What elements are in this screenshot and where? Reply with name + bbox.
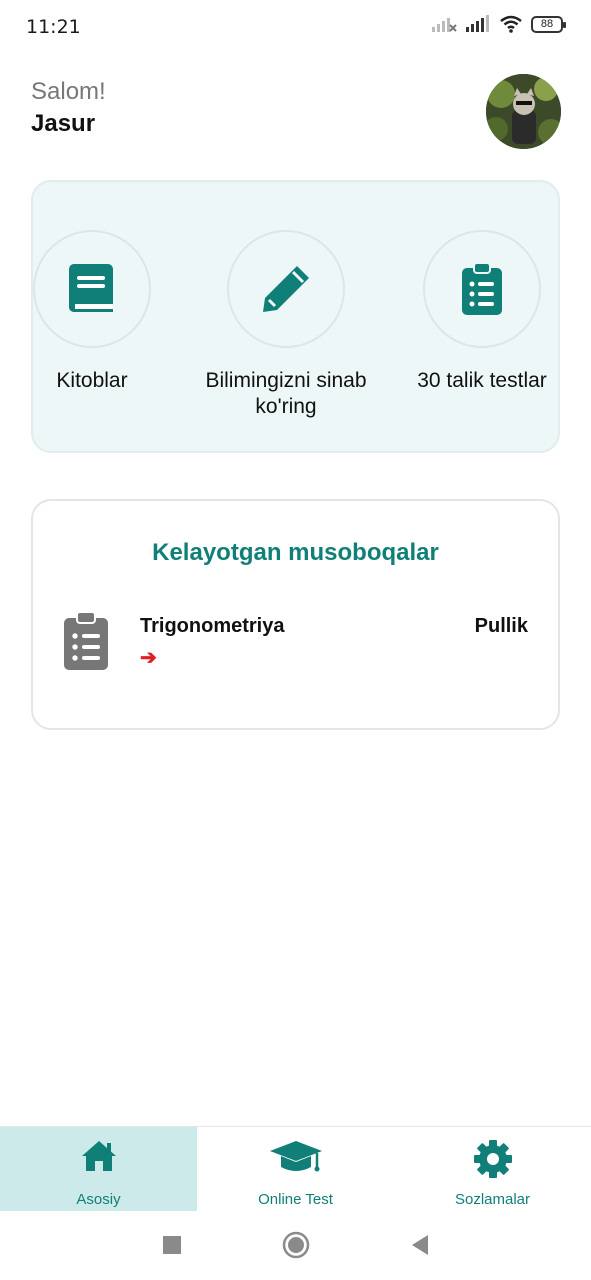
signal-icon [466, 15, 489, 32]
signal-off-icon [432, 18, 457, 32]
nav-settings[interactable]: Sozlamalar [394, 1127, 591, 1211]
features-card: Kitoblar Bilimingizni sinab ko'ring 30 t… [31, 180, 560, 453]
feature-books[interactable]: Kitoblar [0, 230, 187, 394]
clipboard-list-icon [64, 611, 108, 670]
feature-icon-circle [227, 230, 345, 348]
feature-label: Bilimingizni sinab ko'ring [205, 369, 367, 418]
status-bar: 11:21 88 [0, 0, 591, 56]
book-icon [69, 264, 113, 312]
nav-label: Asosiy [76, 1191, 121, 1208]
upcoming-contests-card: Kelayotgan musoboqalar Trigonometriya ➔ … [31, 499, 560, 730]
contest-name: Trigonometriya [140, 615, 285, 637]
wifi-icon [500, 15, 522, 33]
status-icons: 88 [431, 15, 566, 33]
nav-label: Online Test [258, 1191, 333, 1208]
gear-icon [473, 1140, 512, 1178]
recent-apps-button[interactable] [162, 1235, 182, 1255]
home-button[interactable] [282, 1231, 310, 1259]
system-nav-bar [0, 1210, 591, 1280]
feature-icon-circle [33, 230, 151, 348]
home-icon [81, 1141, 116, 1171]
contests-title: Kelayotgan musoboqalar [152, 539, 439, 566]
status-time: 11:21 [26, 16, 81, 38]
feature-label: Kitoblar [56, 369, 128, 392]
avatar-image [486, 74, 561, 149]
feature-30-tests[interactable]: 30 talik testlar [387, 230, 577, 394]
feature-test-yourself[interactable]: Bilimingizni sinab ko'ring [191, 230, 381, 420]
nav-label: Sozlamalar [454, 1191, 531, 1208]
clipboard-list-icon [462, 262, 502, 315]
nav-online-test[interactable]: Online Test [197, 1127, 394, 1211]
pencil-icon [263, 266, 309, 312]
greeting-text: Salom! [31, 78, 106, 105]
graduation-cap-icon [269, 1141, 322, 1172]
nav-home[interactable]: Asosiy [0, 1127, 197, 1211]
bottom-nav: Asosiy Online Test Sozlamalar [0, 1126, 591, 1211]
avatar[interactable] [486, 74, 561, 149]
contest-price: Pullik [474, 615, 528, 637]
battery-icon: 88 [531, 15, 566, 33]
arrow-right-icon[interactable]: ➔ [140, 645, 157, 670]
user-name: Jasur [31, 110, 96, 137]
back-button[interactable] [410, 1234, 430, 1256]
feature-icon-circle [423, 230, 541, 348]
feature-label: 30 talik testlar [417, 369, 547, 392]
